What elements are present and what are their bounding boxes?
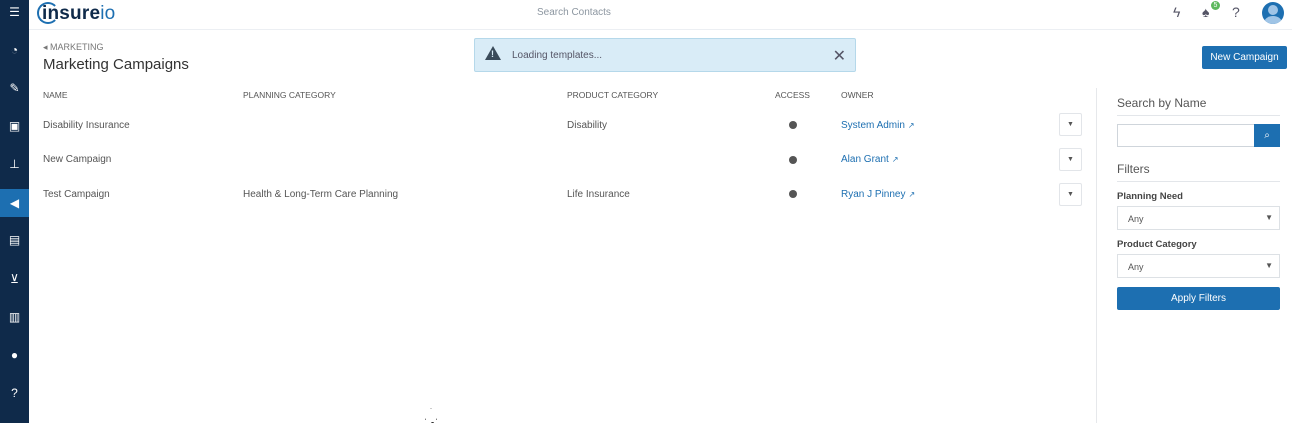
chart-icon[interactable]: ▥ (0, 305, 29, 329)
row-owner[interactable]: Ryan J Pinney ↗ (841, 189, 915, 200)
external-link-icon: ↗ (908, 190, 916, 199)
panel-divider (1096, 88, 1097, 423)
name-search-group: ⌕ (1117, 124, 1280, 147)
row-actions-dropdown[interactable]: ▼ (1059, 183, 1082, 206)
product-category-label: Product Category (1117, 239, 1197, 250)
megaphone-icon[interactable]: ◀ (0, 189, 29, 217)
row-name[interactable]: New Campaign (43, 154, 111, 165)
caret-down-icon: ▼ (1265, 261, 1273, 270)
close-icon[interactable]: ✕ (833, 46, 846, 66)
search-contacts-input[interactable] (532, 2, 1097, 22)
contacts-icon[interactable]: ▣ (0, 114, 29, 138)
row-planning-category: Health & Long-Term Care Planning (243, 189, 399, 200)
cart-icon[interactable]: ⊻ (0, 267, 29, 291)
planning-need-label: Planning Need (1117, 191, 1183, 202)
caret-down-icon: ▼ (1265, 213, 1273, 222)
row-actions-dropdown[interactable]: ▼ (1059, 113, 1082, 136)
globe-icon (789, 121, 797, 129)
header-name[interactable]: NAME (43, 90, 68, 100)
header-product-category[interactable]: PRODUCT CATEGORY (567, 90, 658, 100)
pencil-icon[interactable]: ✎ (0, 76, 29, 100)
help-circle-icon[interactable]: ? (1232, 4, 1240, 20)
row-name[interactable]: Disability Insurance (43, 120, 130, 131)
toast-message: Loading templates... (512, 50, 603, 61)
mouse-cursor (426, 408, 434, 420)
row-product-category: Life Insurance (567, 189, 630, 200)
planning-need-select[interactable]: Any ▼ (1117, 206, 1280, 230)
name-search-input[interactable] (1117, 124, 1254, 147)
megaphone-small-icon: ◂ (43, 42, 51, 52)
logo-ring (37, 2, 59, 24)
breadcrumb: ◂ MARKETING (43, 42, 104, 52)
search-button[interactable]: ⌕ (1254, 124, 1280, 147)
header-planning-category[interactable]: PLANNING CATEGORY (243, 90, 336, 100)
help-icon[interactable]: ? (0, 381, 29, 405)
header-access[interactable]: ACCESS (775, 90, 810, 100)
row-product-category: Disability (567, 120, 608, 131)
loading-toast: ! Loading templates... ✕ (474, 38, 856, 72)
logo[interactable]: insureio (37, 1, 115, 27)
product-category-select[interactable]: Any ▼ (1117, 254, 1280, 278)
book-icon[interactable]: ▤ (0, 228, 29, 252)
new-campaign-button[interactable]: New Campaign (1202, 46, 1287, 69)
apply-filters-button[interactable]: Apply Filters (1117, 287, 1280, 310)
external-link-icon: ↗ (891, 155, 899, 164)
search-by-name-heading: Search by Name (1117, 96, 1280, 116)
avatar[interactable] (1262, 2, 1284, 24)
notification-badge: 5 (1211, 1, 1220, 10)
header-owner[interactable]: OWNER (841, 90, 874, 100)
filters-heading: Filters (1117, 162, 1280, 182)
globe-icon (789, 156, 797, 164)
dashboard-icon[interactable]: ◔ (0, 38, 29, 62)
topbar: insureio (29, 0, 1292, 30)
external-link-icon: ↗ (907, 121, 915, 130)
globe-icon (789, 190, 797, 198)
menu-icon[interactable]: ☰ (0, 0, 29, 24)
lightning-icon[interactable]: ϟ (1173, 4, 1180, 20)
org-chart-icon[interactable]: ⊥ (0, 152, 29, 176)
filter-panel: Search by Name ⌕ Filters Planning Need A… (1117, 96, 1280, 310)
row-actions-dropdown[interactable]: ▼ (1059, 148, 1082, 171)
search-icon: ⌕ (1264, 130, 1270, 141)
page-title: Marketing Campaigns (43, 56, 189, 73)
row-name[interactable]: Test Campaign (43, 189, 110, 200)
row-owner[interactable]: System Admin ↗ (841, 120, 915, 131)
warning-icon-mark: ! (491, 49, 494, 59)
bell-icon[interactable]: ♠ (1202, 4, 1209, 20)
user-icon[interactable]: ● (0, 343, 29, 367)
row-owner[interactable]: Alan Grant ↗ (841, 154, 899, 165)
sidebar: ☰ ◔ ✎ ▣ ⊥ ◀ ▤ ⊻ ▥ ● ? (0, 0, 29, 423)
